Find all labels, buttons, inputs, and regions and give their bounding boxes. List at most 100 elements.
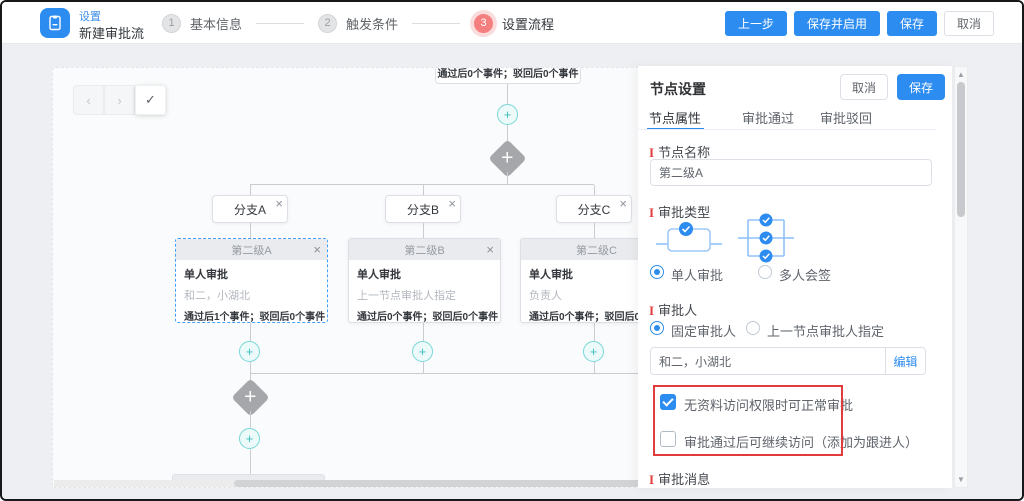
add-node-icon[interactable]: + — [412, 341, 433, 362]
single-approval-icon[interactable] — [654, 216, 724, 260]
close-icon[interactable]: × — [619, 197, 627, 210]
branch-merge-line — [250, 373, 661, 374]
node-title: 第二级B — [404, 242, 444, 258]
node-name-input[interactable] — [650, 159, 932, 186]
approver-input[interactable] — [650, 347, 886, 375]
close-icon[interactable]: × — [275, 197, 283, 210]
radio-label-countersign[interactable]: 多人会签 — [779, 265, 831, 284]
flow-connector — [250, 449, 251, 474]
node-events: 通过后1个事件；驳回后0个事件 — [184, 308, 319, 323]
flow-connector — [594, 223, 595, 238]
required-marker: I — [649, 303, 654, 318]
save-and-enable-button[interactable]: 保存并启用 — [794, 11, 880, 36]
step-trigger-condition[interactable]: 2 触发条件 — [318, 14, 398, 33]
radio-label-previous-node-approver[interactable]: 上一节点审批人指定 — [767, 321, 884, 340]
flow-node-level2b[interactable]: 第二级B × 单人审批 上一节点审批人指定 通过后0个事件；驳回后0个事件 — [348, 238, 501, 323]
header-actions: 上一步 保存并启用 保存 取消 — [725, 11, 994, 36]
app-logo-icon — [40, 8, 70, 38]
countersign-icon[interactable] — [738, 211, 794, 265]
add-node-icon[interactable]: + — [497, 104, 518, 125]
flow-connector — [423, 362, 424, 373]
branch-node-b[interactable]: 分支B × — [385, 195, 461, 223]
checkbox-continue-access-after-approval[interactable] — [660, 431, 676, 447]
checkbox-label-continue-access-after-approval[interactable]: 审批通过后可继续访问（添加为跟进人） — [684, 432, 918, 451]
flow-connector — [594, 185, 595, 195]
branch-label: 分支C — [578, 201, 611, 218]
flow-connector — [250, 185, 251, 195]
step-setup-flow[interactable]: 3 设置流程 — [474, 14, 554, 33]
branch-node-a[interactable]: 分支A × — [212, 195, 288, 223]
canvas-toolbar: ‹ › ✓ — [73, 85, 166, 115]
node-header: 第二级A × — [176, 239, 327, 260]
step-number: 3 — [474, 14, 493, 33]
node-header: 第二级B × — [349, 239, 500, 260]
radio-label-fixed-approver[interactable]: 固定审批人 — [671, 321, 736, 340]
step-label: 触发条件 — [346, 14, 398, 33]
branch-split-line — [250, 184, 594, 185]
flow-connector — [250, 223, 251, 238]
flow-node-level1[interactable]: 通过后0个事件；驳回后0个事件 — [435, 67, 581, 84]
close-icon[interactable]: × — [448, 197, 456, 210]
add-node-icon[interactable]: + — [583, 341, 604, 362]
close-icon[interactable]: × — [486, 243, 494, 256]
node-events: 通过后0个事件；驳回后0个事件 — [357, 308, 492, 323]
flow-connector — [507, 172, 508, 184]
tabs-divider — [638, 129, 936, 130]
add-node-icon[interactable]: + — [239, 341, 260, 362]
flow-connector — [250, 411, 251, 428]
radio-countersign[interactable] — [758, 265, 772, 279]
save-button[interactable]: 保存 — [887, 11, 937, 36]
radio-fixed-approver[interactable] — [650, 321, 664, 335]
flow-connector — [423, 323, 424, 341]
flow-connector — [250, 323, 251, 341]
flow-connector — [594, 362, 595, 373]
stepper: 1 基本信息 2 触发条件 3 设置流程 — [162, 2, 554, 44]
undo-icon[interactable]: ‹ — [73, 85, 104, 115]
edit-approver-button[interactable]: 编辑 — [886, 347, 926, 375]
radio-label-single-approval[interactable]: 单人审批 — [671, 265, 723, 284]
tab-node-properties[interactable]: 节点属性 — [649, 108, 701, 127]
flow-connector — [594, 323, 595, 341]
header: 设置 新建审批流 1 基本信息 2 触发条件 3 设置流程 上一步 保存并启用 … — [2, 2, 1022, 44]
required-marker: I — [649, 145, 654, 160]
approver-label: I审批人 — [649, 300, 697, 319]
scroll-down-icon[interactable]: ▼ — [955, 475, 967, 484]
step-number: 2 — [318, 14, 337, 33]
node-title: 第二级A — [231, 242, 271, 258]
flow-connector — [423, 185, 424, 195]
radio-previous-node-approver[interactable] — [746, 321, 760, 335]
node-approval-type: 单人审批 — [357, 266, 492, 282]
vertical-scrollbar-thumb[interactable] — [957, 82, 965, 217]
node-title: 第二级C — [576, 242, 617, 258]
close-icon[interactable]: × — [313, 243, 321, 256]
app-label: 设置 — [79, 8, 101, 24]
radio-single-approval[interactable] — [650, 265, 664, 279]
branch-node-c[interactable]: 分支C × — [556, 195, 632, 223]
flow-node-level2a[interactable]: 第二级A × 单人审批 和二，小湖北 通过后1个事件；驳回后0个事件 — [175, 238, 328, 323]
scroll-up-icon[interactable]: ▲ — [955, 70, 967, 79]
step-basic-info[interactable]: 1 基本信息 — [162, 14, 242, 33]
page-title: 新建审批流 — [79, 23, 144, 42]
add-node-icon[interactable]: + — [239, 428, 260, 449]
node-approver: 上一节点审批人指定 — [357, 287, 492, 303]
flow-connector — [250, 362, 251, 373]
prev-step-button[interactable]: 上一步 — [725, 11, 787, 36]
panel-cancel-button[interactable]: 取消 — [840, 74, 888, 100]
checkbox-no-access-can-approve[interactable] — [660, 394, 676, 410]
tab-approval-reject[interactable]: 审批驳回 — [820, 108, 872, 127]
node-approval-type: 单人审批 — [184, 266, 319, 282]
node-approver: 和二，小湖北 — [184, 287, 319, 303]
step-label: 基本信息 — [190, 14, 242, 33]
redo-icon[interactable]: › — [104, 85, 135, 115]
step-number: 1 — [162, 14, 181, 33]
validate-check-icon[interactable]: ✓ — [135, 85, 166, 115]
required-marker: I — [649, 472, 654, 487]
panel-tabs: 节点属性 审批通过 审批驳回 — [638, 108, 936, 130]
cancel-button[interactable]: 取消 — [944, 11, 994, 36]
step-label: 设置流程 — [502, 14, 554, 33]
approval-message-label: I审批消息 — [649, 469, 710, 488]
tab-approval-pass[interactable]: 审批通过 — [742, 108, 794, 127]
app-window: 设置 新建审批流 1 基本信息 2 触发条件 3 设置流程 上一步 保存并启用 … — [0, 0, 1024, 501]
panel-save-button[interactable]: 保存 — [897, 74, 945, 100]
checkbox-label-no-access-can-approve[interactable]: 无资料访问权限时可正常审批 — [684, 395, 853, 414]
